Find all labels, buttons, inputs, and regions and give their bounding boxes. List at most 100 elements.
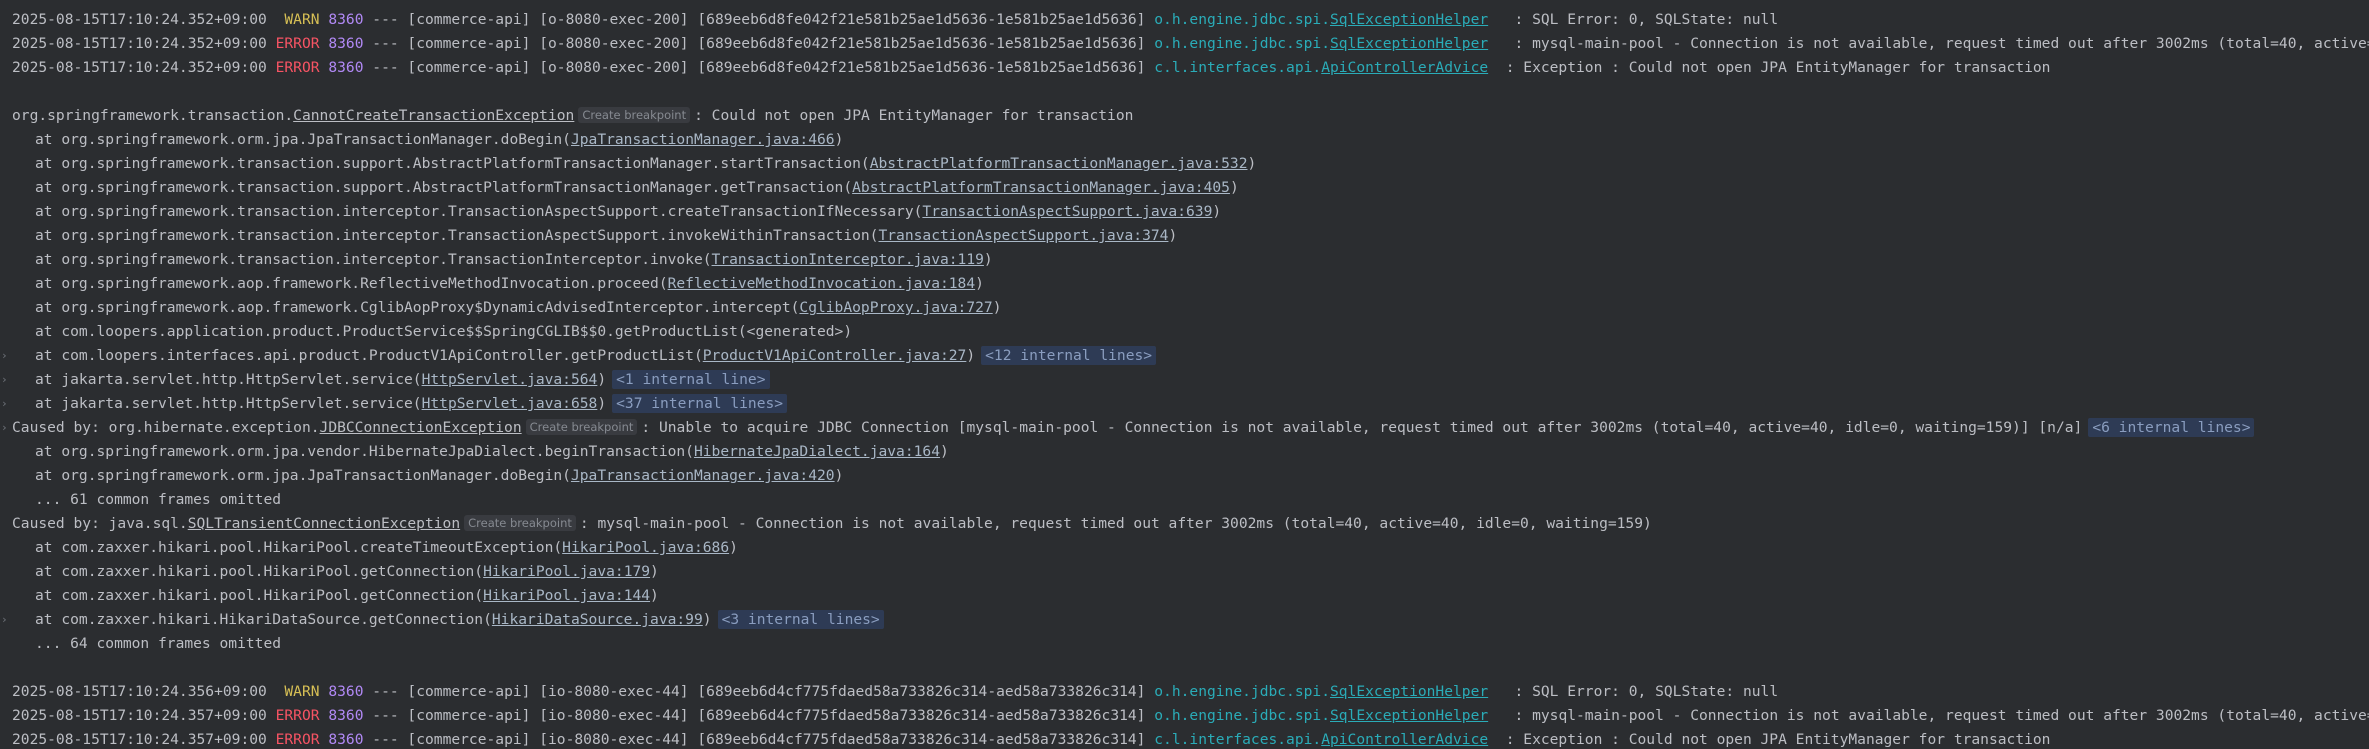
omitted-frames-text: ... 61 common frames omitted (35, 491, 282, 508)
stack-frame-close: ) (834, 131, 844, 148)
exception-class-link[interactable]: CannotCreateTransactionException (293, 107, 574, 124)
log-line: 2025-08-15T17:10:24.357+09:00 ERROR 8360… (0, 704, 2369, 728)
stack-frame: at com.loopers.application.product.Produ… (0, 320, 2369, 344)
stack-frame-close: ) (1229, 179, 1239, 196)
stack-frame-close: ) (729, 539, 738, 556)
log-logger-link[interactable]: SqlExceptionHelper (1330, 683, 1488, 700)
stack-frame-call: at com.zaxxer.hikari.pool.HikariPool.get… (35, 587, 484, 604)
exception-header: org.springframework.transaction.CannotCr… (0, 104, 2369, 128)
stack-frame-source-link[interactable]: HikariPool.java:144 (483, 587, 650, 604)
stack-frame-source-link[interactable]: AbstractPlatformTransactionManager.java:… (870, 155, 1248, 172)
expand-chevron-icon[interactable]: › (1, 608, 11, 632)
log-logger-link[interactable]: SqlExceptionHelper (1330, 707, 1488, 724)
run-console-output[interactable]: 2025-08-15T17:10:24.352+09:00 WARN 8360 … (0, 0, 2369, 749)
stack-frame-call: at com.loopers.application.product.Produ… (35, 323, 853, 340)
log-logger-package: o.h.engine.jdbc.spi. (1154, 35, 1330, 52)
log-pid: 8360 (328, 35, 364, 52)
log-timestamp: 2025-08-15T17:10:24.357+09:00 (12, 731, 267, 748)
stack-frame-call: at jakarta.servlet.http.HttpServlet.serv… (35, 371, 422, 388)
folded-internal-lines[interactable]: <37 internal lines> (612, 394, 788, 413)
stack-frame-close: ) (939, 443, 949, 460)
expand-chevron-icon[interactable]: › (1, 392, 11, 416)
exception-class-link[interactable]: JDBCConnectionException (320, 419, 522, 436)
stack-frame-close: ) (650, 563, 659, 580)
folded-internal-lines[interactable]: <1 internal line> (612, 370, 770, 389)
stack-frame-call: at org.springframework.transaction.suppo… (35, 155, 870, 172)
log-logger-package: c.l.interfaces.api. (1154, 731, 1322, 748)
stack-frame-source-link[interactable]: CglibAopProxy.java:727 (799, 299, 992, 316)
log-timestamp: 2025-08-15T17:10:24.356+09:00 (12, 683, 267, 700)
log-logger-link[interactable]: SqlExceptionHelper (1330, 35, 1488, 52)
folded-internal-lines[interactable]: <3 internal lines> (717, 610, 884, 629)
stack-frame-source-link[interactable]: ProductV1ApiController.java:27 (703, 347, 967, 364)
log-pid: 8360 (328, 59, 364, 76)
stack-frame-call: at com.zaxxer.hikari.pool.HikariPool.get… (35, 563, 484, 580)
log-thread-trace: --- [commerce-api] [o-8080-exec-200] [68… (363, 11, 1155, 28)
stack-frame-source-link[interactable]: HikariDataSource.java:99 (492, 611, 703, 628)
log-message: : SQL Error: 0, SQLState: null (1514, 683, 1779, 700)
stack-frame-source-link[interactable]: TransactionInterceptor.java:119 (712, 251, 984, 268)
stack-frame-close: ) (1247, 155, 1257, 172)
log-logger-link[interactable]: SqlExceptionHelper (1330, 11, 1488, 28)
expand-chevron-icon[interactable]: › (1, 368, 11, 392)
stack-frame-source-link[interactable]: HikariPool.java:686 (562, 539, 729, 556)
stack-frame-source-link[interactable]: AbstractPlatformTransactionManager.java:… (852, 179, 1230, 196)
stack-frame-call: at jakarta.servlet.http.HttpServlet.serv… (35, 395, 422, 412)
log-timestamp: 2025-08-15T17:10:24.357+09:00 (12, 707, 267, 724)
log-logger-package: c.l.interfaces.api. (1154, 59, 1322, 76)
log-logger-link[interactable]: ApiControllerAdvice (1321, 731, 1488, 748)
log-message: : mysql-main-pool - Connection is not av… (1514, 707, 2369, 724)
exception-header: › Caused by: org.hibernate.exception.JDBC… (0, 416, 2369, 440)
log-pid: 8360 (328, 731, 364, 748)
exception-caused-by-prefix: Caused by: org.hibernate.exception. (12, 419, 320, 436)
folded-internal-lines[interactable]: <6 internal lines> (2088, 418, 2255, 437)
stack-frame-source-link[interactable]: HikariPool.java:179 (483, 563, 650, 580)
stack-frame-source-link[interactable]: TransactionAspectSupport.java:639 (922, 203, 1212, 220)
log-level-pad (267, 59, 276, 76)
exception-package: org.springframework.transaction. (12, 107, 294, 124)
stack-frame-close: ) (1168, 227, 1178, 244)
stack-frame-source-link[interactable]: HttpServlet.java:564 (422, 371, 598, 388)
stack-frame-call: at org.springframework.orm.jpa.JpaTransa… (35, 467, 571, 484)
exception-message: : Could not open JPA EntityManager for t… (694, 107, 1134, 124)
log-logger-pad (1488, 731, 1506, 748)
stack-frame-call: at org.springframework.orm.jpa.JpaTransa… (35, 131, 571, 148)
expand-chevron-icon[interactable]: › (1, 344, 11, 368)
stack-frame-call: at org.springframework.aop.framework.Cgl… (35, 299, 800, 316)
expand-chevron-icon[interactable]: › (1, 416, 11, 440)
log-pid: 8360 (328, 707, 364, 724)
stack-frame-source-link[interactable]: JpaTransactionManager.java:420 (571, 467, 835, 484)
log-level-pad (267, 731, 276, 748)
exception-caused-by-prefix: Caused by: java.sql. (12, 515, 188, 532)
stack-frame-source-link[interactable]: TransactionAspectSupport.java:374 (878, 227, 1168, 244)
stack-frame: › at com.loopers.interfaces.api.product.P… (0, 344, 2369, 368)
log-line: 2025-08-15T17:10:24.356+09:00 WARN 8360 … (0, 680, 2369, 704)
log-thread-trace: --- [commerce-api] [io-8080-exec-44] [68… (363, 683, 1155, 700)
exception-class-link[interactable]: SQLTransientConnectionException (188, 515, 460, 532)
create-breakpoint-button[interactable]: Create breakpoint (464, 515, 576, 531)
stack-frame: at com.zaxxer.hikari.pool.HikariPool.get… (0, 560, 2369, 584)
stack-frame-source-link[interactable]: JpaTransactionManager.java:466 (571, 131, 835, 148)
log-thread-trace: --- [commerce-api] [io-8080-exec-44] [68… (363, 731, 1155, 748)
stack-frame-close: ) (1212, 203, 1222, 220)
log-message: : SQL Error: 0, SQLState: null (1514, 11, 1779, 28)
stack-frame-source-link[interactable]: HttpServlet.java:658 (422, 395, 598, 412)
log-message: : Exception : Could not open JPA EntityM… (1505, 59, 2051, 76)
stack-frame-call: at com.zaxxer.hikari.HikariDataSource.ge… (35, 611, 492, 628)
create-breakpoint-button[interactable]: Create breakpoint (525, 419, 638, 435)
stack-frame-close: ) (834, 467, 844, 484)
log-thread-trace: --- [commerce-api] [o-8080-exec-200] [68… (363, 35, 1155, 52)
stack-frame-source-link[interactable]: ReflectiveMethodInvocation.java:184 (668, 275, 976, 292)
log-logger-pad (1488, 35, 1514, 52)
log-logger-pad (1488, 11, 1514, 28)
folded-internal-lines[interactable]: <12 internal lines> (981, 346, 1157, 365)
exception-message: : Unable to acquire JDBC Connection [mys… (641, 419, 2083, 436)
create-breakpoint-button[interactable]: Create breakpoint (578, 107, 691, 123)
log-logger-link[interactable]: ApiControllerAdvice (1321, 59, 1488, 76)
stack-frame: › at jakarta.servlet.http.HttpServlet.ser… (0, 368, 2369, 392)
stack-frame-call: at org.springframework.transaction.suppo… (35, 179, 853, 196)
stack-frame: at org.springframework.orm.jpa.JpaTransa… (0, 464, 2369, 488)
stack-frame-source-link[interactable]: HibernateJpaDialect.java:164 (694, 443, 940, 460)
